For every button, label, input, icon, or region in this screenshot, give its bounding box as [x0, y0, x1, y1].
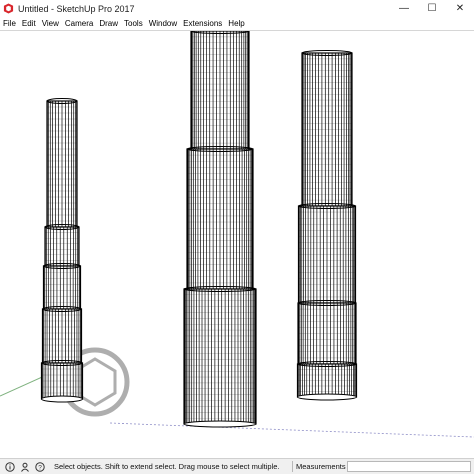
close-button[interactable]: ✕ [446, 0, 474, 17]
info-icon[interactable] [4, 461, 15, 472]
menu-window[interactable]: Window [149, 19, 177, 28]
column-2-segment-2 [186, 146, 254, 290]
column-base [41, 395, 83, 403]
menu-draw[interactable]: Draw [99, 19, 118, 28]
column-2[interactable] [183, 31, 257, 428]
menu-help[interactable]: Help [228, 19, 244, 28]
column-1-segment-4 [41, 306, 83, 364]
segment-body [44, 226, 80, 267]
window-controls: — ☐ ✕ [390, 0, 474, 17]
column-base [297, 393, 357, 401]
column-3-segment-3 [297, 300, 357, 365]
column-1-segment-5 [40, 360, 84, 400]
sketchup-app-icon[interactable] [3, 3, 14, 14]
svg-text:?: ? [38, 464, 42, 471]
viewport-canvas[interactable] [0, 31, 474, 458]
modeling-viewport[interactable] [0, 31, 474, 458]
maximize-button[interactable]: ☐ [418, 0, 446, 17]
help-icon[interactable]: ? [34, 461, 45, 472]
menu-bar: File Edit View Camera Draw Tools Window … [0, 17, 474, 30]
menu-extensions[interactable]: Extensions [183, 19, 222, 28]
measurements-label: Measurements [296, 462, 346, 471]
column-3-segment-1 [301, 50, 353, 207]
measurements-separator [292, 461, 293, 472]
model-geometry[interactable] [40, 31, 358, 428]
column-1-segment-2 [44, 224, 80, 267]
measurements-input[interactable] [347, 461, 471, 472]
blue-axis [109, 422, 474, 438]
column-3-segment-4 [296, 361, 358, 398]
column-1-segment-1 [46, 98, 78, 228]
status-message: Select objects. Shift to extend select. … [54, 462, 280, 471]
user-icon[interactable] [19, 461, 30, 472]
menu-view[interactable]: View [42, 19, 59, 28]
menu-tools[interactable]: Tools [124, 19, 143, 28]
menu-edit[interactable]: Edit [22, 19, 36, 28]
column-1-segment-3 [42, 263, 82, 310]
minimize-button[interactable]: — [390, 0, 418, 17]
column-3[interactable] [296, 50, 358, 401]
column-base [183, 420, 257, 428]
segment-body [183, 288, 257, 425]
segment-body [42, 265, 82, 310]
status-bar: ? Select objects. Shift to extend select… [0, 458, 474, 474]
column-2-segment-1 [190, 31, 250, 150]
column-3-segment-2 [297, 203, 357, 304]
column-1[interactable] [40, 98, 84, 403]
menu-file[interactable]: File [3, 19, 16, 28]
title-bar: Untitled - SketchUp Pro 2017 — ☐ ✕ [0, 0, 474, 17]
column-2-segment-3 [183, 286, 257, 425]
window-title: Untitled - SketchUp Pro 2017 [18, 3, 135, 14]
menu-camera[interactable]: Camera [65, 19, 93, 28]
